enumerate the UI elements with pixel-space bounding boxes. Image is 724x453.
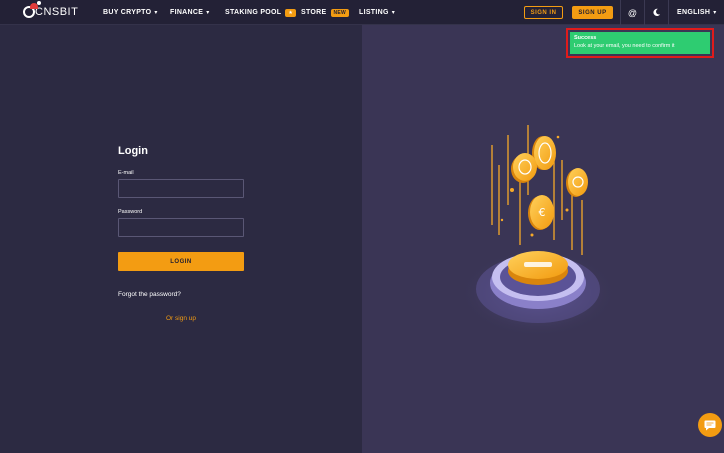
chevron-down-icon: ▾ xyxy=(206,10,210,16)
header-divider xyxy=(644,0,645,25)
moon-icon[interactable] xyxy=(650,6,663,19)
toast-body[interactable]: Success Look at your email, you need to … xyxy=(570,32,710,54)
hero-panel: € xyxy=(362,25,724,453)
base-coin-mark xyxy=(524,262,552,267)
nav-listing-label: LISTING xyxy=(359,9,389,16)
chevron-down-icon: ▾ xyxy=(391,10,396,16)
floating-coin-4: € xyxy=(528,195,554,230)
forgot-password-link[interactable]: Forgot the password? xyxy=(118,291,181,298)
nav-finance[interactable]: FINANCE ▾ xyxy=(170,0,210,25)
staking-badge-icon: ★ xyxy=(285,8,297,17)
santa-hat-icon xyxy=(30,1,41,9)
email-field[interactable] xyxy=(118,179,244,198)
nav-store[interactable]: STORE NEW xyxy=(301,0,350,25)
email-label: E-mail xyxy=(118,170,134,176)
chevron-down-icon: ▾ xyxy=(713,10,717,16)
nav-buy-crypto[interactable]: BUY CRYPTO ▾ xyxy=(103,0,158,25)
header-divider xyxy=(620,0,621,25)
logo-text: CNSBIT xyxy=(35,6,79,18)
coins-illustration: € xyxy=(460,125,616,337)
toast-message: Look at your email, you need to confirm … xyxy=(574,43,675,49)
chat-icon xyxy=(704,420,716,430)
floating-coin-3 xyxy=(566,168,588,197)
nav-staking-pool-label: STAKING POOL xyxy=(225,9,282,16)
language-selector[interactable]: ENGLISH ▾ xyxy=(677,0,717,25)
coinsbit-logo[interactable]: CNSBIT xyxy=(23,1,79,20)
nav-buy-crypto-label: BUY CRYPTO xyxy=(103,9,152,16)
nav-listing[interactable]: LISTING ▾ xyxy=(359,0,395,25)
success-toast: Success Look at your email, you need to … xyxy=(566,28,714,58)
chat-button[interactable] xyxy=(698,413,722,437)
login-title: Login xyxy=(118,145,148,157)
nav-store-label: STORE xyxy=(301,9,327,16)
new-badge: NEW xyxy=(330,8,350,17)
sign-in-button[interactable]: SIGN IN xyxy=(524,6,563,19)
toast-title: Success xyxy=(574,35,597,41)
floating-coin-2 xyxy=(511,153,537,183)
nav-staking-pool[interactable]: STAKING POOL ★ xyxy=(225,0,297,25)
language-label: ENGLISH xyxy=(677,9,711,16)
svg-text:€: € xyxy=(539,206,546,219)
chevron-down-icon: ▾ xyxy=(154,10,158,16)
header-divider xyxy=(668,0,669,25)
at-sign-icon[interactable]: @ xyxy=(626,6,639,19)
logo-coin-icon xyxy=(23,1,41,18)
login-button[interactable]: LOGIN xyxy=(118,252,244,271)
nav-finance-label: FINANCE xyxy=(170,9,204,16)
top-navigation-bar: CNSBIT BUY CRYPTO ▾ FINANCE ▾ STAKING PO… xyxy=(0,0,724,25)
password-field[interactable] xyxy=(118,218,244,237)
sign-up-button[interactable]: SIGN UP xyxy=(572,6,613,19)
sign-up-link[interactable]: Or sign up xyxy=(166,315,196,322)
password-label: Password xyxy=(118,209,143,215)
